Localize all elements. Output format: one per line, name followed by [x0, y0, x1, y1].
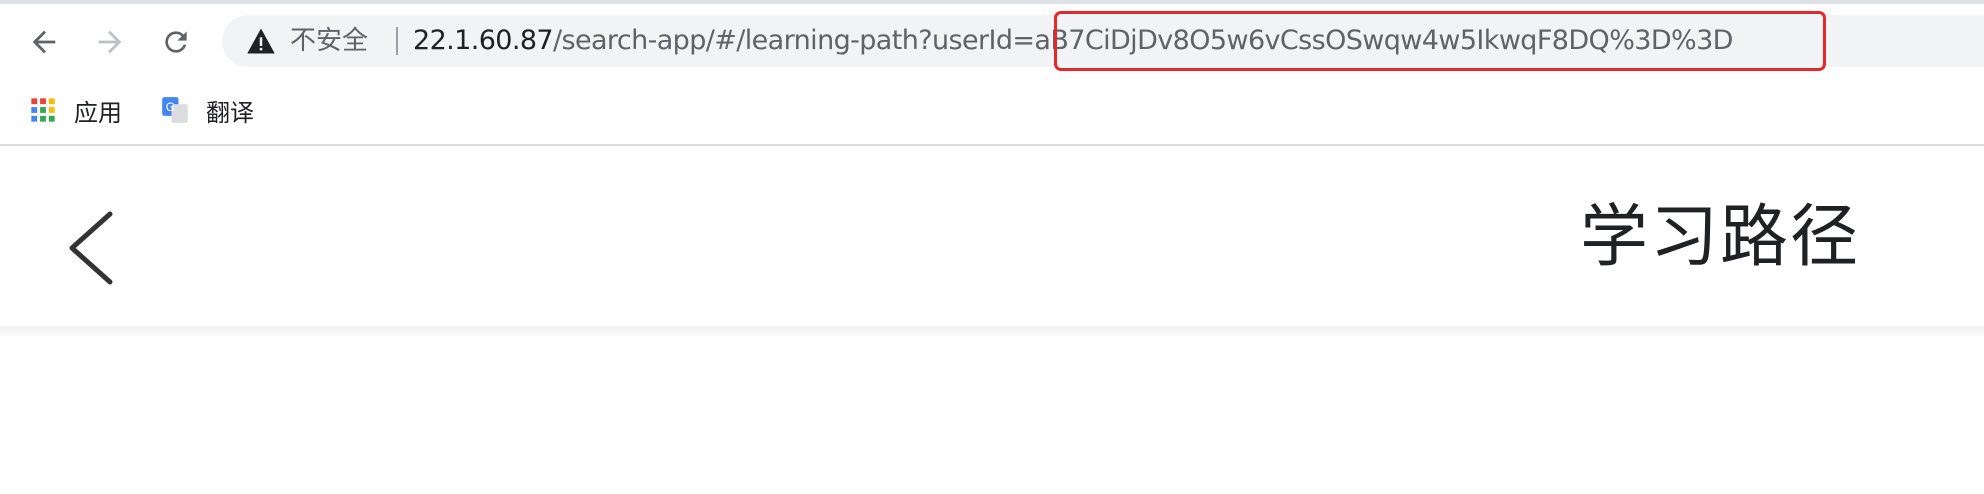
- translate-icon: G: [160, 95, 190, 125]
- browser-toolbar: 不安全 22.1.60.87/search-app/#/learning-pat…: [0, 0, 1984, 82]
- reload-button[interactable]: [154, 20, 198, 64]
- reload-icon: [165, 31, 187, 53]
- svg-text:G: G: [166, 100, 175, 114]
- forward-nav-button[interactable]: [88, 20, 132, 64]
- arrow-right-icon: [98, 30, 122, 54]
- warning-triangle-icon[interactable]: [246, 27, 276, 55]
- arrow-left-icon: [32, 30, 56, 54]
- back-button[interactable]: [60, 206, 120, 286]
- header-divider: [0, 326, 1984, 336]
- chevron-left-icon: [69, 211, 113, 285]
- security-divider: [396, 27, 398, 55]
- apps-grid-icon: [28, 95, 58, 125]
- bookmark-apps-label: 应用: [74, 98, 122, 127]
- bookmark-apps[interactable]: 应用: [28, 92, 122, 128]
- back-nav-button[interactable]: [22, 20, 66, 64]
- tab-strip-edge: [0, 0, 1984, 4]
- url-path: /search-app/#/learning-path?userId=: [553, 25, 1035, 56]
- bookmark-translate-label: 翻译: [206, 98, 254, 127]
- url-host: 22.1.60.87: [413, 25, 554, 56]
- page-content: 学习路径: [0, 146, 1984, 494]
- security-status[interactable]: 不安全: [290, 26, 368, 56]
- app-header: 学习路径: [0, 146, 1984, 326]
- page-title: 学习路径: [1579, 198, 1860, 277]
- url-highlight-annotation: [1054, 11, 1826, 71]
- bookmarks-bar: 应用 G 翻译: [0, 82, 1984, 142]
- bookmark-translate[interactable]: G 翻译: [160, 92, 254, 128]
